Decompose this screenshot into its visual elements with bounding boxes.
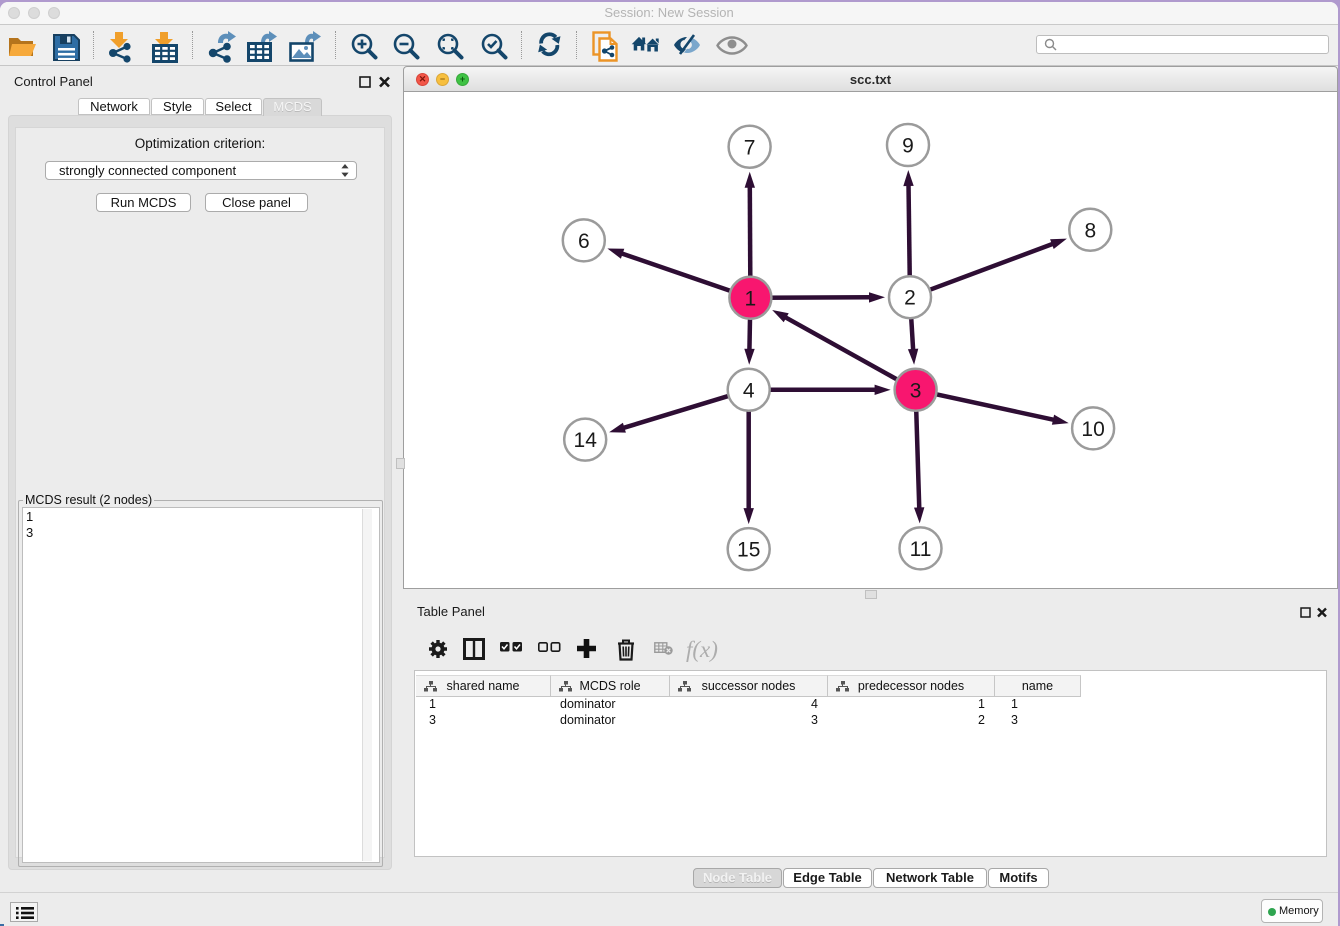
svg-text:11: 11 <box>910 538 932 561</box>
svg-text:3: 3 <box>910 379 922 402</box>
svg-text:15: 15 <box>737 539 760 562</box>
svg-text:f(x): f(x) <box>686 637 718 662</box>
svg-text:9: 9 <box>902 135 914 158</box>
svg-text:8: 8 <box>1084 219 1096 242</box>
svg-text:6: 6 <box>578 230 590 253</box>
svg-text:7: 7 <box>744 136 756 159</box>
svg-text:4: 4 <box>743 379 755 402</box>
svg-text:1: 1 <box>745 287 757 310</box>
svg-text:10: 10 <box>1081 418 1104 441</box>
svg-text:2: 2 <box>904 287 916 310</box>
svg-text:14: 14 <box>574 429 598 452</box>
